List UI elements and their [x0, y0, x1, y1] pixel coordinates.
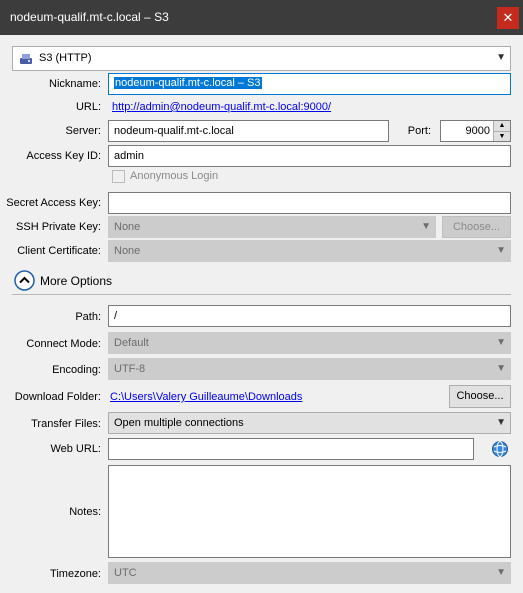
- chevron-down-icon: ▼: [421, 221, 431, 232]
- ssh-key-select[interactable]: None ▼: [108, 216, 436, 238]
- ssh-key-label: SSH Private Key:: [16, 221, 101, 233]
- nickname-value: nodeum-qualif.mt-c.local – S3: [114, 77, 262, 89]
- chevron-up-icon: [14, 270, 35, 291]
- anonymous-login-label: Anonymous Login: [130, 170, 219, 182]
- chevron-down-icon: ▼: [496, 363, 506, 374]
- path-field[interactable]: /: [108, 305, 511, 327]
- secret-key-label: Secret Access Key:: [6, 197, 101, 209]
- open-web-url-button[interactable]: [491, 440, 509, 458]
- port-stepper-down[interactable]: ▼: [493, 131, 510, 141]
- transfer-files-value: Open multiple connections: [114, 417, 244, 429]
- encoding-value: UTF-8: [114, 363, 146, 375]
- drive-icon: [20, 54, 32, 64]
- transfer-files-label: Transfer Files:: [31, 418, 101, 430]
- access-key-field[interactable]: admin: [108, 145, 511, 167]
- protocol-value: S3 (HTTP): [39, 52, 92, 64]
- divider: [12, 294, 511, 295]
- download-folder-label: Download Folder:: [14, 391, 101, 403]
- chevron-down-icon: ▼: [496, 567, 506, 578]
- timezone-value: UTC: [114, 567, 137, 579]
- port-label: Port:: [407, 125, 431, 137]
- ssh-key-value: None: [114, 221, 141, 233]
- timezone-select[interactable]: UTC ▼: [108, 562, 511, 584]
- connect-mode-select[interactable]: Default ▼: [108, 332, 511, 354]
- download-choose-button[interactable]: Choose...: [449, 385, 511, 408]
- more-options-toggle[interactable]: [14, 270, 35, 291]
- close-button[interactable]: ✕: [497, 7, 519, 29]
- nickname-label: Nickname:: [49, 78, 101, 90]
- chevron-down-icon: ▼: [496, 417, 506, 428]
- nickname-field[interactable]: nodeum-qualif.mt-c.local – S3: [108, 73, 511, 95]
- access-key-label: Access Key ID:: [26, 150, 101, 162]
- encoding-label: Encoding:: [52, 364, 101, 376]
- port-value: 9000: [465, 125, 490, 137]
- secret-key-field[interactable]: [108, 192, 511, 214]
- more-options-label[interactable]: More Options: [40, 274, 112, 288]
- server-field[interactable]: nodeum-qualif.mt-c.local: [108, 120, 389, 142]
- notes-label: Notes:: [69, 506, 101, 518]
- chevron-down-icon: ▼: [496, 337, 506, 348]
- path-label: Path:: [75, 311, 101, 323]
- web-url-label: Web URL:: [50, 443, 101, 455]
- protocol-select[interactable]: S3 (HTTP) ▼: [12, 46, 511, 71]
- server-label: Server:: [65, 125, 101, 137]
- globe-icon: [492, 441, 508, 457]
- anonymous-login-checkbox[interactable]: [112, 170, 125, 183]
- web-url-field[interactable]: [108, 438, 474, 460]
- url-link[interactable]: http://admin@nodeum-qualif.mt-c.local:90…: [112, 101, 331, 113]
- transfer-files-select[interactable]: Open multiple connections ▼: [108, 412, 511, 434]
- url-label: URL:: [75, 101, 101, 113]
- port-stepper-up[interactable]: ▲: [493, 121, 510, 131]
- client-cert-value: None: [114, 245, 141, 257]
- ssh-choose-button[interactable]: Choose...: [442, 216, 511, 238]
- client-cert-label: Client Certificate:: [17, 245, 101, 257]
- timezone-label: Timezone:: [50, 568, 101, 580]
- connect-mode-value: Default: [114, 337, 149, 349]
- notes-textarea[interactable]: [108, 465, 511, 558]
- client-cert-select[interactable]: None ▼: [108, 240, 511, 262]
- connect-mode-label: Connect Mode:: [26, 338, 101, 350]
- encoding-select[interactable]: UTF-8 ▼: [108, 358, 511, 380]
- chevron-down-icon: ▼: [496, 245, 506, 256]
- window-title: nodeum-qualif.mt-c.local – S3: [10, 10, 169, 24]
- chevron-down-icon: ▼: [496, 52, 506, 63]
- download-folder-link[interactable]: C:\Users\Valery Guilleaume\Downloads: [110, 391, 302, 403]
